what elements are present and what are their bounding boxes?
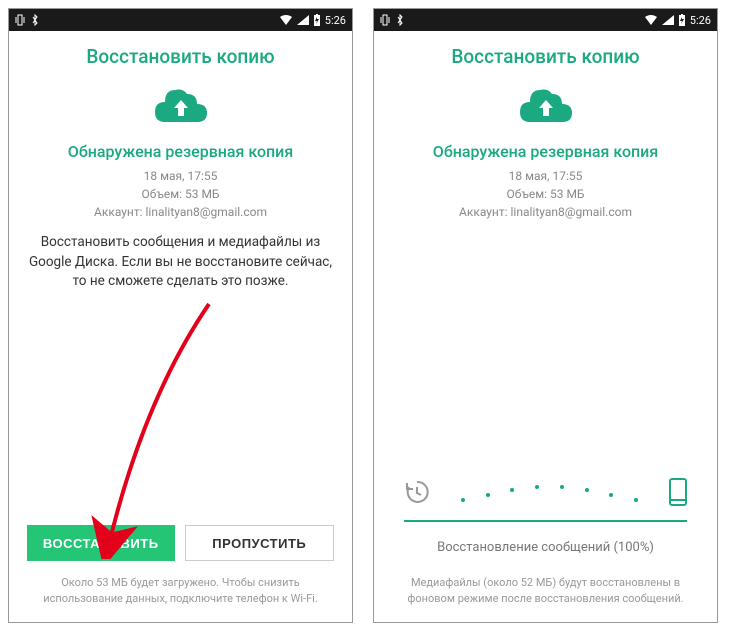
phone-icon	[669, 478, 687, 510]
restore-button[interactable]: ВОССТАНОВИТЬ	[27, 525, 175, 561]
skip-button[interactable]: ПРОПУСТИТЬ	[185, 525, 335, 561]
footer-note: Около 53 МБ будет загружено. Чтобы снизи…	[9, 575, 352, 622]
backup-account: Аккаунт: linalityan8@gmail.com	[9, 203, 352, 221]
backup-size: Объем: 53 МБ	[374, 185, 717, 203]
backup-found-label: Обнаружена резервная копия	[374, 134, 717, 167]
backup-account: Аккаунт: linalityan8@gmail.com	[374, 203, 717, 221]
backup-meta: 18 мая, 17:55 Объем: 53 МБ Аккаунт: lina…	[9, 167, 352, 221]
signal-icon	[297, 15, 309, 25]
vibrate-icon	[380, 14, 390, 26]
page-title: Восстановить копию	[374, 31, 717, 78]
backup-size: Объем: 53 МБ	[9, 185, 352, 203]
cloud-upload-icon	[155, 88, 207, 128]
signal-icon	[662, 15, 674, 25]
bluetooth-icon	[31, 14, 39, 26]
vibrate-icon	[15, 14, 25, 26]
status-time: 5:26	[690, 14, 711, 27]
restore-description: Восстановить сообщения и медиафайлы из G…	[9, 221, 352, 292]
status-bar: 5:26	[9, 9, 352, 31]
progress-bar	[374, 520, 717, 540]
bluetooth-icon	[396, 14, 404, 26]
phone-right: 5:26 Восстановить копию Обнаружена резер…	[373, 8, 718, 623]
backup-date: 18 мая, 17:55	[9, 167, 352, 185]
footer-note: Медиафайлы (около 52 МБ) будут восстанов…	[374, 575, 717, 622]
phone-left: 5:26 Восстановить копию Обнаружена резер…	[8, 8, 353, 623]
wifi-icon	[279, 15, 293, 25]
cloud-upload-icon	[520, 88, 572, 128]
battery-icon	[678, 14, 686, 26]
battery-icon	[313, 14, 321, 26]
backup-found-label: Обнаружена резервная копия	[9, 134, 352, 167]
status-time: 5:26	[325, 14, 346, 27]
status-bar: 5:26	[374, 9, 717, 31]
backup-meta: 18 мая, 17:55 Объем: 53 МБ Аккаунт: lina…	[374, 167, 717, 221]
wifi-icon	[644, 15, 658, 25]
progress-text: Восстановление сообщений (100%)	[374, 540, 717, 575]
backup-date: 18 мая, 17:55	[374, 167, 717, 185]
history-icon	[404, 479, 430, 509]
page-title: Восстановить копию	[9, 31, 352, 78]
progress-graphic	[374, 478, 717, 520]
